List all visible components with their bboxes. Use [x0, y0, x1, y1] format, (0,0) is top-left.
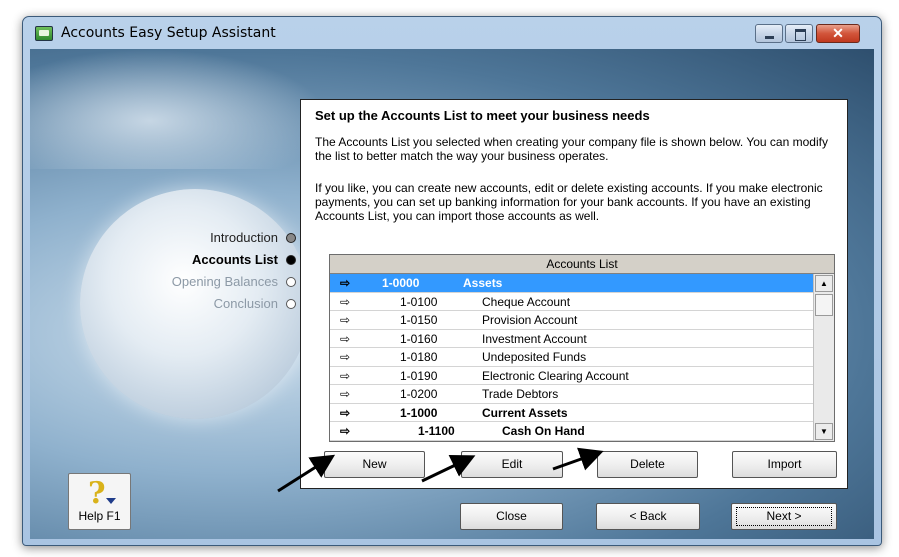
vertical-scrollbar[interactable]: ▲ ▼ — [813, 274, 834, 441]
import-accounts-button[interactable]: Import — [732, 451, 837, 478]
scrollbar-thumb[interactable] — [815, 294, 833, 316]
content-panel: Set up the Accounts List to meet your bu… — [300, 99, 848, 489]
window-title: Accounts Easy Setup Assistant — [61, 25, 276, 41]
row-arrow-icon[interactable]: ⇨ — [340, 385, 356, 403]
next-button[interactable]: Next > — [731, 503, 837, 530]
delete-account-button[interactable]: Delete — [597, 451, 698, 478]
instructions-paragraph: If you like, you can create new accounts… — [315, 181, 823, 223]
row-arrow-icon[interactable]: ⇨ — [340, 293, 356, 311]
accounts-list-header: Accounts List — [330, 255, 834, 274]
table-row[interactable]: ⇨ 1-0000 Assets — [330, 274, 813, 293]
close-window-button[interactable]: ✕ — [816, 24, 860, 43]
accounts-list-rows[interactable]: ⇨ 1-0000 Assets ⇨ 1-0100 Cheque Account ⇨ 1-015… — [330, 274, 813, 441]
table-row[interactable]: ⇨ 1-1100 Cash On Hand — [330, 422, 813, 441]
table-row[interactable]: ⇨ 1-0150 Provision Account — [330, 311, 813, 330]
account-name: Investment Account — [482, 331, 587, 346]
step-indicator-icon — [286, 277, 296, 287]
help-icon: ? — [88, 476, 106, 511]
row-arrow-icon[interactable]: ⇨ — [340, 404, 356, 422]
help-label: Help F1 — [78, 509, 121, 523]
step-introduction: Introduction — [130, 227, 300, 249]
accounts-list: Accounts List ⇨ 1-0000 Assets ⇨ 1-0100 Cheque… — [329, 254, 835, 442]
account-number: 1-1000 — [400, 405, 438, 420]
step-indicator-icon — [286, 299, 296, 309]
close-button[interactable]: Close — [460, 503, 563, 530]
account-number: 1-0180 — [400, 350, 438, 364]
step-label: Introduction — [210, 230, 278, 245]
row-arrow-icon[interactable]: ⇨ — [340, 348, 356, 366]
background-decoration — [30, 49, 330, 169]
account-name: Cash On Hand — [502, 424, 585, 438]
step-conclusion: Conclusion — [130, 293, 300, 315]
row-arrow-icon[interactable]: ⇨ — [340, 367, 356, 385]
help-button[interactable]: ? Help F1 — [68, 473, 131, 530]
row-arrow-icon[interactable]: ⇨ — [340, 422, 356, 440]
maximize-button[interactable] — [785, 24, 813, 43]
account-number: 1-1100 — [418, 424, 455, 438]
step-label: Conclusion — [213, 296, 278, 311]
table-row[interactable]: ⇨ 1-0160 Investment Account — [330, 330, 813, 348]
account-name: Assets — [463, 276, 503, 290]
account-name: Current Assets — [482, 405, 568, 420]
title-bar[interactable]: Accounts Easy Setup Assistant ✕ — [23, 17, 881, 49]
new-account-button[interactable]: New — [324, 451, 425, 478]
row-arrow-icon[interactable]: ⇨ — [340, 274, 356, 292]
minimize-button[interactable] — [755, 24, 783, 43]
step-label: Accounts List — [192, 252, 278, 267]
step-opening-balances: Opening Balances — [130, 271, 300, 293]
setup-steps: Introduction Accounts List Opening Balan… — [130, 227, 300, 315]
back-button[interactable]: < Back — [596, 503, 700, 530]
account-number: 1-0100 — [400, 294, 438, 309]
table-row[interactable]: ⇨ 1-0100 Cheque Account — [330, 293, 813, 311]
account-name: Undeposited Funds — [482, 350, 587, 364]
step-label: Opening Balances — [171, 274, 278, 289]
table-row[interactable]: ⇨ 1-0200 Trade Debtors — [330, 385, 813, 404]
scroll-down-icon[interactable]: ▼ — [815, 423, 833, 440]
intro-paragraph: The Accounts List you selected when crea… — [315, 135, 828, 163]
edit-account-button[interactable]: Edit — [461, 451, 563, 478]
client-area: Introduction Accounts List Opening Balan… — [30, 49, 874, 539]
setup-assistant-window: Accounts Easy Setup Assistant ✕ Introduc… — [22, 16, 882, 546]
focus-outline — [736, 507, 832, 526]
step-accounts-list: Accounts List — [130, 249, 300, 271]
account-name: Provision Account — [482, 313, 578, 327]
table-row[interactable]: ⇨ 1-0190 Electronic Clearing Account — [330, 367, 813, 385]
step-indicator-icon — [286, 233, 296, 243]
account-number: 1-0000 — [382, 276, 420, 290]
row-arrow-icon[interactable]: ⇨ — [340, 311, 356, 329]
row-arrow-icon[interactable]: ⇨ — [340, 330, 356, 348]
page-title: Set up the Accounts List to meet your bu… — [315, 108, 650, 123]
step-indicator-icon — [286, 255, 296, 265]
dropdown-arrow-icon — [106, 498, 116, 504]
account-name: Cheque Account — [482, 294, 571, 309]
scroll-up-icon[interactable]: ▲ — [815, 275, 833, 292]
account-name: Trade Debtors — [482, 387, 559, 401]
account-number: 1-0150 — [400, 313, 438, 327]
app-icon — [35, 26, 53, 41]
table-row[interactable]: ⇨ 1-1000 Current Assets — [330, 404, 813, 422]
account-number: 1-0190 — [400, 368, 438, 383]
table-row[interactable]: ⇨ 1-0180 Undeposited Funds — [330, 348, 813, 367]
account-number: 1-0200 — [400, 387, 438, 401]
account-name: Electronic Clearing Account — [482, 368, 629, 383]
account-number: 1-0160 — [400, 331, 438, 346]
